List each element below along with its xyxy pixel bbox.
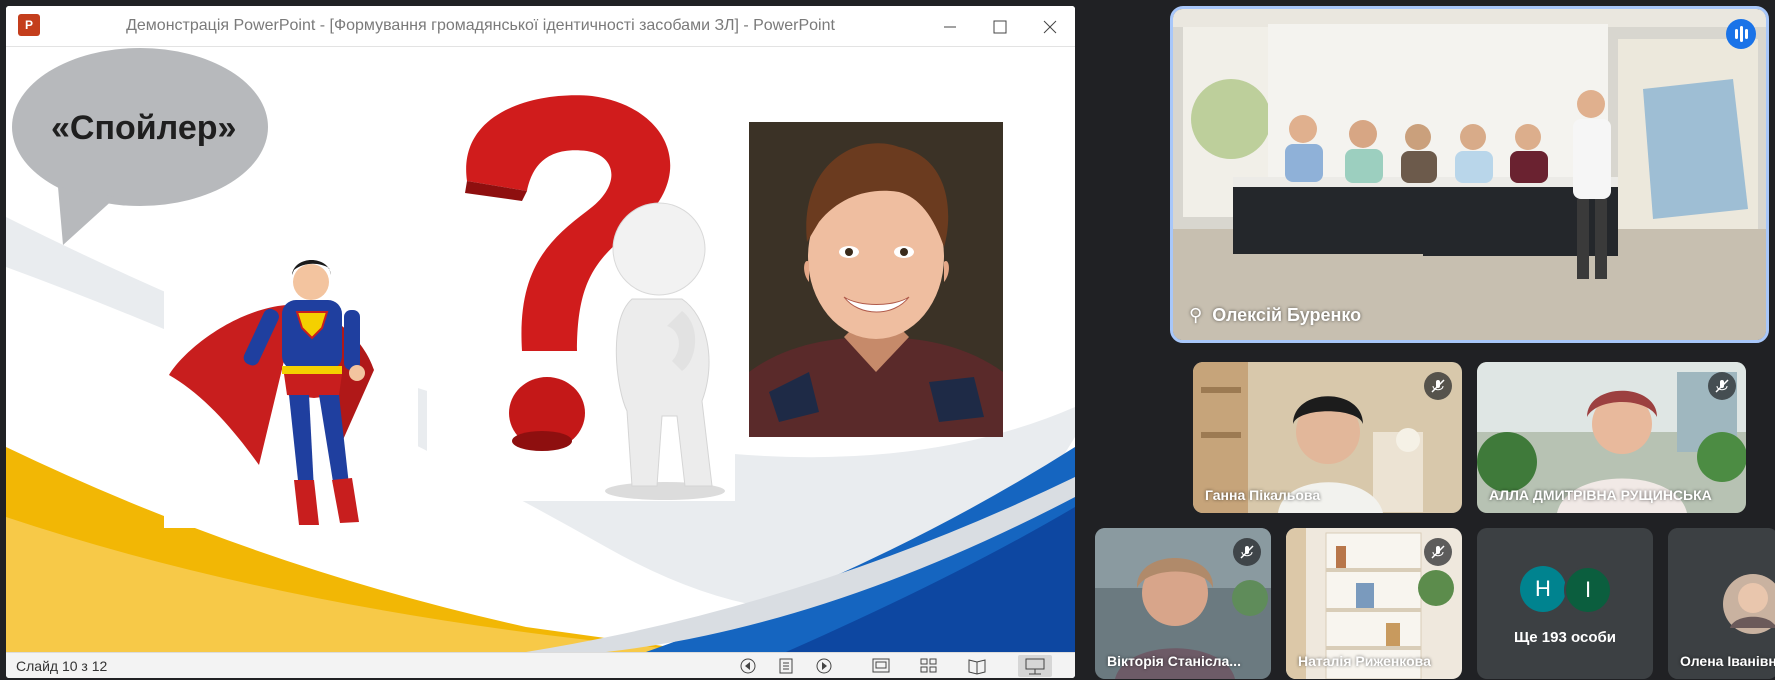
close-button[interactable] — [1025, 6, 1075, 46]
next-arrow-icon — [816, 658, 832, 674]
participant-name: АЛЛА ДМИТРІВНА РУЩИНСЬКА — [1489, 487, 1712, 503]
maximize-button[interactable] — [975, 6, 1025, 46]
mic-off-icon — [1715, 379, 1729, 393]
reading-view-button[interactable] — [964, 655, 990, 677]
window-title: Демонстрація PowerPoint - [Формування гр… — [126, 17, 835, 34]
speaker-video-frame — [1173, 9, 1766, 340]
powerpoint-window: P Демонстрація PowerPoint - [Формування … — [6, 6, 1075, 678]
boy-portrait-image — [749, 122, 1003, 437]
previous-arrow-icon — [740, 658, 756, 674]
participant-name: Вікторія Станісла... — [1107, 653, 1241, 669]
normal-view-icon — [872, 658, 890, 673]
slide-navigation-button[interactable] — [773, 655, 799, 677]
mic-muted-indicator — [1708, 372, 1736, 400]
participant-tile[interactable]: Наталія Риженкова — [1286, 528, 1462, 679]
minimize-button[interactable] — [925, 6, 975, 46]
previous-slide-button[interactable] — [735, 655, 761, 677]
participant-name: Ганна Пікальова — [1205, 487, 1321, 503]
speaking-indicator — [1726, 19, 1756, 49]
pin-icon: ⚲ — [1189, 305, 1203, 325]
book-icon — [968, 659, 986, 675]
slide-sorter-button[interactable] — [916, 655, 942, 677]
grid-view-icon — [920, 658, 937, 673]
window-titlebar: P Демонстрація PowerPoint - [Формування … — [6, 6, 1075, 47]
mic-muted-indicator — [1424, 372, 1452, 400]
superhero-image — [164, 230, 418, 528]
participant-tile[interactable]: Вікторія Станісла... — [1095, 528, 1271, 679]
powerpoint-statusbar: Слайд 10 з 12 — [6, 652, 1075, 678]
more-participants-tile[interactable]: Н І Ще 193 особи — [1477, 528, 1653, 679]
maximize-icon — [993, 20, 1007, 34]
more-participants-count: Ще 193 особи — [1514, 629, 1616, 646]
participant-tile[interactable]: АЛЛА ДМИТРІВНА РУЩИНСЬКА — [1477, 362, 1746, 513]
next-slide-button[interactable] — [811, 655, 837, 677]
slides-list-icon — [779, 658, 793, 674]
mic-muted-indicator — [1424, 538, 1452, 566]
speaker-video-tile[interactable]: ⚲ Олексій Буренко — [1170, 6, 1769, 343]
close-icon — [1043, 20, 1057, 34]
participant-initial-avatar: І — [1564, 566, 1612, 614]
speaker-name: ⚲ Олексій Буренко — [1189, 305, 1362, 325]
normal-view-button[interactable] — [868, 655, 894, 677]
audio-level-icon — [1735, 26, 1748, 42]
question-mark-image — [427, 71, 735, 501]
mic-off-icon — [1431, 545, 1445, 559]
slideshow-view-button[interactable] — [1018, 655, 1052, 677]
participant-initial-avatar: Н — [1520, 566, 1566, 612]
mic-muted-indicator — [1233, 538, 1261, 566]
participant-tile[interactable]: Ганна Пікальова — [1193, 362, 1462, 513]
participant-name: Наталія Риженкова — [1298, 653, 1431, 669]
bubble-title: «Спойлер» — [51, 109, 237, 147]
slide-canvas[interactable]: «Спойлер» — [6, 47, 1075, 652]
participant-name: Олена Іванівн — [1680, 653, 1775, 669]
slide-counter: Слайд 10 з 12 — [16, 658, 108, 674]
presenter-icon — [1025, 658, 1045, 675]
participant-tile[interactable]: Олена Іванівн — [1668, 528, 1775, 679]
minimize-icon — [944, 26, 956, 28]
mic-off-icon — [1431, 379, 1445, 393]
mic-off-icon — [1240, 545, 1254, 559]
